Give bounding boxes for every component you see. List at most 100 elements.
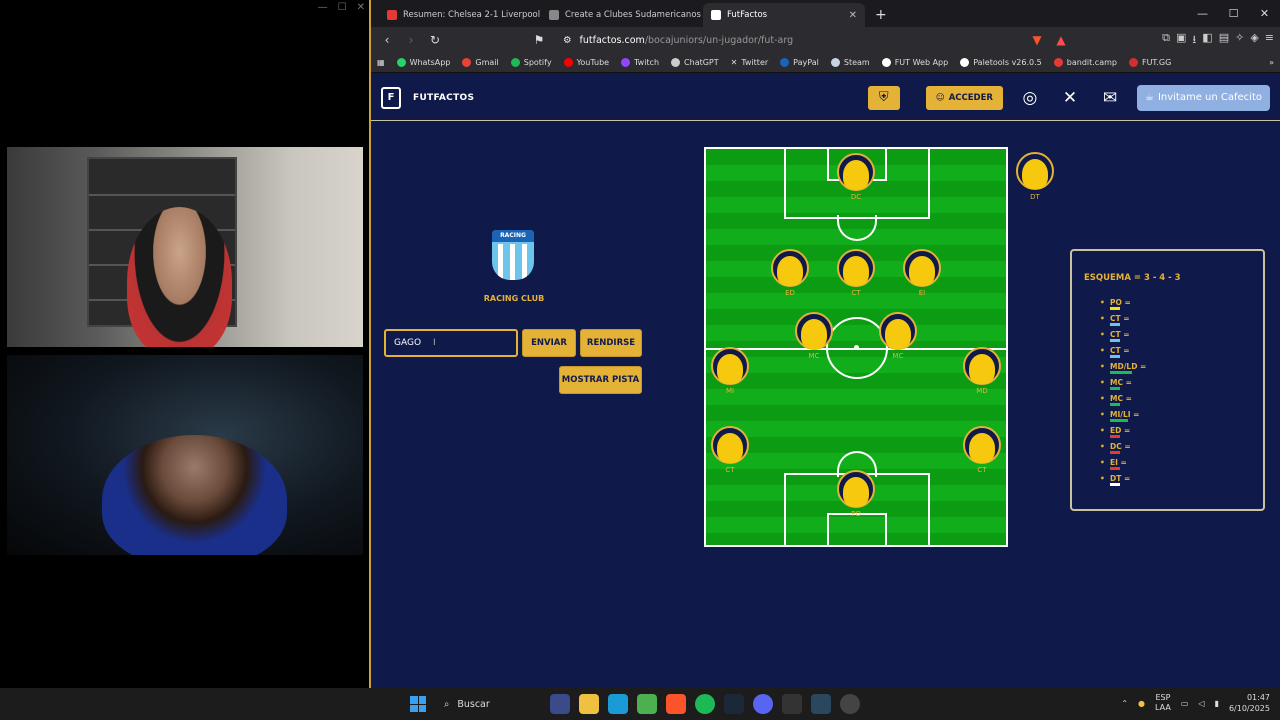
player-guess-input[interactable]: GAGO I <box>384 329 518 357</box>
taskbar-apps <box>550 694 860 714</box>
file-explorer-icon[interactable] <box>579 694 599 714</box>
maximize-button[interactable]: ☐ <box>1218 0 1249 27</box>
instagram-icon[interactable]: ◎ <box>1017 88 1043 108</box>
site-info-icon[interactable]: ⚙ <box>563 35 572 46</box>
windows-start-icon[interactable] <box>410 696 426 712</box>
bookmark-youtube[interactable]: YouTube <box>563 58 609 67</box>
bookmark-steam[interactable]: Steam <box>830 58 870 67</box>
mail-icon[interactable]: ✉ <box>1097 88 1123 108</box>
bookmark-spotify[interactable]: Spotify <box>510 58 552 67</box>
brave-icon[interactable] <box>666 694 686 714</box>
site-name[interactable]: FUTFACTOS <box>413 93 474 103</box>
steam-alt-icon[interactable] <box>811 694 831 714</box>
player-slot-midfielder[interactable] <box>795 312 833 350</box>
vpn-icon[interactable]: ◈ <box>1250 31 1258 50</box>
x-icon[interactable]: ✕ <box>1057 88 1083 108</box>
position-label: MC <box>892 352 904 360</box>
bookmark-twitch[interactable]: Twitch <box>621 58 659 67</box>
futfactos-logo-icon[interactable]: F <box>381 86 401 109</box>
bookmark-bandit-camp[interactable]: bandit.camp <box>1053 58 1117 67</box>
taskbar-search[interactable]: ⌕ Buscar <box>436 693 536 715</box>
give-up-button[interactable]: RENDIRSE <box>580 329 642 357</box>
player-slot-defender[interactable] <box>963 426 1001 464</box>
sidebar-icon[interactable]: ◧ <box>1202 31 1212 50</box>
show-hint-button[interactable]: MOSTRAR PISTA <box>559 366 642 394</box>
reload-button[interactable]: ↻ <box>425 30 445 50</box>
formation-row: PO = <box>1100 298 1251 314</box>
player-slot-forward[interactable] <box>837 153 875 191</box>
bookmark-icon[interactable]: ⚑ <box>529 30 549 50</box>
brave-rewards-icon[interactable]: ▲ <box>1051 30 1071 50</box>
new-tab-button[interactable]: + <box>865 7 897 27</box>
coffee-icon: ☕ <box>1144 92 1154 103</box>
club-shield-button[interactable]: ⛨ <box>867 85 900 110</box>
steam-icon[interactable] <box>724 694 744 714</box>
bookmark-fut-web-app[interactable]: FUT Web App <box>881 58 948 67</box>
bookmark-whatsapp[interactable]: WhatsApp <box>396 58 450 67</box>
obs-icon[interactable] <box>840 694 860 714</box>
edge-icon[interactable] <box>608 694 628 714</box>
coach-silhouette-icon <box>1022 159 1048 189</box>
close-tab-icon[interactable]: ✕ <box>849 10 857 21</box>
webcam-window-controls[interactable]: — ☐ ✕ <box>318 2 365 13</box>
futgg-icon <box>1128 58 1138 67</box>
text-cursor-icon: I <box>433 338 436 348</box>
clock[interactable]: 01:47 6/10/2025 <box>1229 692 1270 714</box>
bookmark-twitter[interactable]: ✕ Twitter <box>731 58 769 67</box>
minimize-button[interactable]: — <box>1187 0 1218 27</box>
player-slot-winger[interactable] <box>771 249 809 287</box>
bookmark-chatgpt[interactable]: ChatGPT <box>671 58 719 67</box>
menu-icon[interactable]: ≡ <box>1265 31 1274 50</box>
player-slot-winger[interactable] <box>903 249 941 287</box>
network-icon[interactable]: ▭ <box>1181 699 1189 708</box>
volume-icon[interactable]: ◁ <box>1198 699 1204 708</box>
tab-title: FutFactos <box>727 10 768 20</box>
browser-tab[interactable]: Resumen: Chelsea 2-1 Liverpool | De ✕ <box>379 3 541 27</box>
bookmark-paletools[interactable]: Paletools v26.0.5 <box>960 58 1042 67</box>
screenshot-icon[interactable]: ▣ <box>1176 31 1186 50</box>
chrome-icon[interactable] <box>637 694 657 714</box>
browser-tab[interactable]: Create a Clubes Sudamericanos Tier ✕ <box>541 3 703 27</box>
download-icon[interactable]: ⭳ <box>1192 31 1196 50</box>
browser-tab-active[interactable]: FutFactos ✕ <box>703 3 865 27</box>
coach-slot[interactable] <box>1016 152 1054 190</box>
url-field[interactable]: ⚙ futfactos.com/bocajuniors/un-jugador/f… <box>563 30 1023 50</box>
player-slot-midfielder[interactable] <box>879 312 917 350</box>
extensions-icon[interactable]: ⧉ <box>1162 31 1170 50</box>
leo-icon[interactable]: ✧ <box>1235 31 1244 50</box>
bookmark-paypal[interactable]: PayPal <box>780 58 819 67</box>
player-slot-left-mid[interactable] <box>711 347 749 385</box>
cafecito-button[interactable]: ☕ Invitame un Cafecito <box>1136 84 1270 111</box>
futfactos-icon <box>711 10 721 20</box>
globe-icon <box>960 58 970 67</box>
wallet-icon[interactable]: ▤ <box>1219 31 1229 50</box>
back-button[interactable]: ‹ <box>377 30 397 50</box>
player-silhouette-icon <box>909 256 935 286</box>
player-slot-striker[interactable] <box>837 249 875 287</box>
apps-icon[interactable]: ▦ <box>377 58 385 67</box>
club-info: RACING RACING CLUB <box>484 230 544 303</box>
mic-icon[interactable]: ● <box>1138 699 1145 708</box>
webcam-window: — ☐ ✕ <box>0 0 369 688</box>
send-button[interactable]: ENVIAR <box>522 329 576 357</box>
spotify-icon[interactable] <box>695 694 715 714</box>
battery-icon[interactable]: ▮ <box>1215 699 1219 708</box>
player-slot-right-mid[interactable] <box>963 347 1001 385</box>
player-silhouette-icon <box>969 433 995 463</box>
bookmark-gmail[interactable]: Gmail <box>462 58 499 67</box>
more-bookmarks-icon[interactable]: » <box>1269 58 1274 67</box>
login-button[interactable]: ☺ ACCEDER <box>925 85 1003 110</box>
widgets-icon[interactable] <box>550 694 570 714</box>
player-slot-defender[interactable] <box>711 426 749 464</box>
close-window-button[interactable]: ✕ <box>1249 0 1280 27</box>
epic-games-icon[interactable] <box>782 694 802 714</box>
chevron-up-icon[interactable]: ⌃ <box>1121 699 1128 708</box>
forward-button[interactable]: › <box>401 30 421 50</box>
brave-shields-icon[interactable]: ▼ <box>1027 30 1047 50</box>
bookmark-futgg[interactable]: FUT.GG <box>1128 58 1171 67</box>
language-indicator[interactable]: ESP LAA <box>1155 693 1171 713</box>
discord-icon[interactable] <box>753 694 773 714</box>
paypal-icon <box>780 58 790 67</box>
player-slot-goalkeeper[interactable] <box>837 470 875 508</box>
x-icon: ✕ <box>730 58 738 67</box>
